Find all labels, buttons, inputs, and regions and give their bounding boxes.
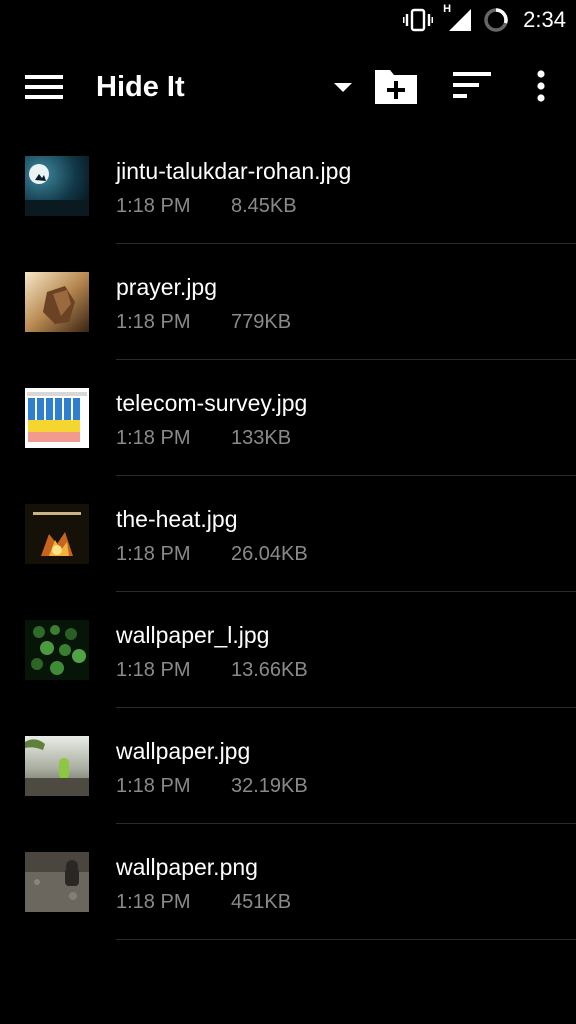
network-type-label: H xyxy=(443,3,452,15)
file-meta: 1:18 PM 8.45KB xyxy=(116,195,297,218)
more-vert-icon xyxy=(537,70,545,102)
file-meta: 1:18 PM 133KB xyxy=(116,427,291,450)
menu-icon xyxy=(25,75,63,99)
file-time: 1:18 PM xyxy=(116,195,191,217)
title-dropdown-button[interactable] xyxy=(330,74,356,100)
sort-icon xyxy=(453,72,491,98)
menu-button[interactable] xyxy=(24,68,66,106)
app-bar: Hide It xyxy=(0,48,576,126)
file-meta: 1:18 PM 26.04KB xyxy=(116,543,308,566)
file-list-item[interactable]: prayer.jpg 1:18 PM 779KB xyxy=(0,244,576,360)
file-thumbnail xyxy=(25,852,89,912)
file-size: 451KB xyxy=(231,891,292,913)
file-size: 13.66KB xyxy=(231,659,308,681)
new-folder-icon xyxy=(375,70,417,104)
file-list-item[interactable]: telecom-survey.jpg 1:18 PM 133KB xyxy=(0,360,576,476)
file-name: prayer.jpg xyxy=(116,274,218,300)
sort-button[interactable] xyxy=(450,68,494,104)
file-size: 32.19KB xyxy=(231,775,308,797)
file-name: telecom-survey.jpg xyxy=(116,390,308,416)
file-size: 133KB xyxy=(231,427,292,449)
divider xyxy=(116,939,576,940)
battery-icon xyxy=(483,7,509,33)
app-title: Hide It xyxy=(96,71,185,103)
file-list-item[interactable]: the-heat.jpg 1:18 PM 26.04KB xyxy=(0,476,576,592)
file-thumbnail xyxy=(25,504,89,564)
file-meta: 1:18 PM 451KB xyxy=(116,891,291,914)
file-thumbnail xyxy=(25,156,89,216)
status-bar: H 2:34 xyxy=(0,0,576,40)
file-name: jintu-talukdar-rohan.jpg xyxy=(116,158,352,184)
file-time: 1:18 PM xyxy=(116,543,191,565)
file-name: wallpaper.png xyxy=(116,854,258,880)
signal-icon: H xyxy=(443,3,473,33)
new-folder-button[interactable] xyxy=(372,64,420,108)
vibrate-icon xyxy=(403,8,434,32)
file-list: jintu-talukdar-rohan.jpg 1:18 PM 8.45KB xyxy=(0,128,576,940)
file-size: 26.04KB xyxy=(231,543,308,565)
file-thumbnail xyxy=(25,272,89,332)
file-list-item[interactable]: wallpaper.png 1:18 PM 451KB xyxy=(0,824,576,940)
file-time: 1:18 PM xyxy=(116,891,191,913)
status-time: 2:34 xyxy=(523,7,566,32)
file-time: 1:18 PM xyxy=(116,659,191,681)
file-time: 1:18 PM xyxy=(116,427,191,449)
file-meta: 1:18 PM 779KB xyxy=(116,311,291,334)
file-list-item[interactable]: jintu-talukdar-rohan.jpg 1:18 PM 8.45KB xyxy=(0,128,576,244)
file-size: 779KB xyxy=(231,311,292,333)
dropdown-arrow-icon xyxy=(334,83,352,92)
file-list-item[interactable]: wallpaper.jpg 1:18 PM 32.19KB xyxy=(0,708,576,824)
file-name: wallpaper_l.jpg xyxy=(116,622,270,648)
screen: H 2:34 Hide It jintu-talukdar-rohan.jpg … xyxy=(0,0,576,1024)
file-name: the-heat.jpg xyxy=(116,506,238,532)
file-time: 1:18 PM xyxy=(116,311,191,333)
file-time: 1:18 PM xyxy=(116,775,191,797)
file-size: 8.45KB xyxy=(231,195,297,217)
file-list-item[interactable]: wallpaper_l.jpg 1:18 PM 13.66KB xyxy=(0,592,576,708)
file-meta: 1:18 PM 32.19KB xyxy=(116,775,308,798)
file-thumbnail xyxy=(25,620,89,680)
more-options-button[interactable] xyxy=(524,66,558,106)
file-name: wallpaper.jpg xyxy=(116,738,251,764)
file-thumbnail xyxy=(25,388,89,448)
file-thumbnail xyxy=(25,736,89,796)
file-meta: 1:18 PM 13.66KB xyxy=(116,659,308,682)
